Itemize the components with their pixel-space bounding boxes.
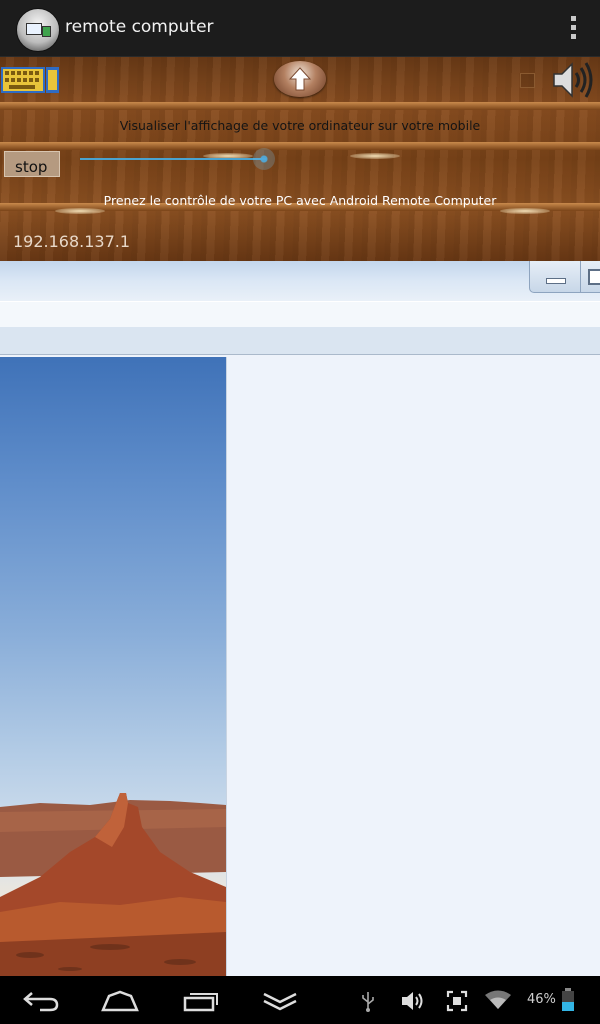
recent-apps-icon[interactable] xyxy=(183,990,219,1012)
desert-landscape-photo xyxy=(0,357,226,976)
stop-button[interactable]: stop xyxy=(4,151,60,177)
action-bar: remote computer xyxy=(0,0,600,57)
info-text: Visualiser l'affichage de votre ordinate… xyxy=(119,118,481,133)
maximize-icon[interactable] xyxy=(580,261,600,293)
battery-icon xyxy=(562,988,574,1011)
remote-window-toolbar xyxy=(0,301,600,328)
remote-window-titlebar xyxy=(0,261,600,301)
volume-icon[interactable] xyxy=(400,989,426,1013)
app-title: remote computer xyxy=(65,17,214,37)
quality-slider-thumb[interactable] xyxy=(253,148,275,170)
screenshot-icon[interactable] xyxy=(446,990,468,1012)
battery-percent: 46% xyxy=(527,992,556,1007)
remote-screen[interactable] xyxy=(0,261,600,976)
wifi-icon xyxy=(485,990,511,1009)
upload-arrow-icon[interactable] xyxy=(274,61,326,97)
control-text: Prenez le contrôle de votre PC avec Andr… xyxy=(103,193,497,208)
back-icon[interactable] xyxy=(22,990,60,1012)
option-checkbox[interactable] xyxy=(520,73,535,88)
quality-slider-track[interactable] xyxy=(80,158,266,160)
control-panel: Visualiser l'affichage de votre ordinate… xyxy=(0,57,600,261)
system-navigation-bar: 46% xyxy=(0,976,600,1024)
overflow-menu-icon[interactable] xyxy=(570,16,578,42)
hide-keyboard-icon[interactable] xyxy=(262,990,298,1012)
remote-computer-app-icon[interactable] xyxy=(16,8,60,52)
remote-window-addressbar xyxy=(0,327,600,355)
ip-address: 192.168.137.1 xyxy=(13,232,131,251)
keyboard-icon[interactable] xyxy=(1,67,59,93)
speaker-icon[interactable] xyxy=(550,61,596,99)
home-icon[interactable] xyxy=(101,990,139,1012)
usb-icon xyxy=(362,992,374,1012)
minimize-icon[interactable] xyxy=(529,261,581,293)
